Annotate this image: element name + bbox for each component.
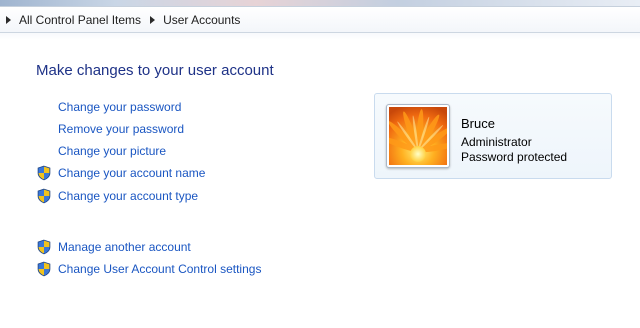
task-label[interactable]: Remove your password <box>58 122 184 136</box>
orange-flower-picture-icon <box>389 107 447 165</box>
page-title: Make changes to your user account <box>36 62 274 79</box>
change-account-type-link[interactable]: Change your account type <box>36 188 198 204</box>
user-role: Administrator <box>461 135 532 149</box>
task-label[interactable]: Change your account name <box>58 166 205 180</box>
uac-shield-icon <box>37 239 51 255</box>
change-account-name-link[interactable]: Change your account name <box>36 165 205 181</box>
change-uac-settings-link[interactable]: Change User Account Control settings <box>36 261 261 277</box>
user-name: Bruce <box>461 116 495 131</box>
task-label[interactable]: Change your password <box>58 100 181 114</box>
manage-another-account-link[interactable]: Manage another account <box>36 239 191 255</box>
breadcrumb-item-user-accounts[interactable]: User Accounts <box>163 13 240 27</box>
uac-shield-icon <box>37 261 51 277</box>
user-account-card: Bruce Administrator Password protected <box>374 93 612 179</box>
change-password-link[interactable]: Change your password <box>36 99 181 115</box>
user-password-status: Password protected <box>461 150 568 164</box>
uac-shield-icon <box>37 188 51 204</box>
task-label[interactable]: Change User Account Control settings <box>58 262 261 276</box>
breadcrumb-item-all-control-panel-items[interactable]: All Control Panel Items <box>19 13 141 27</box>
task-label[interactable]: Change your account type <box>58 189 198 203</box>
task-label[interactable]: Change your picture <box>58 144 166 158</box>
user-avatar <box>386 104 450 168</box>
breadcrumb-chevron-icon[interactable] <box>6 15 11 24</box>
remove-password-link[interactable]: Remove your password <box>36 121 184 137</box>
uac-shield-icon <box>37 165 51 181</box>
change-picture-link[interactable]: Change your picture <box>36 143 166 159</box>
breadcrumb-chevron-icon[interactable] <box>150 15 156 24</box>
address-bar[interactable]: All Control Panel Items User Accounts <box>0 6 640 33</box>
task-label[interactable]: Manage another account <box>58 240 191 254</box>
toolbar-strip <box>0 33 640 40</box>
